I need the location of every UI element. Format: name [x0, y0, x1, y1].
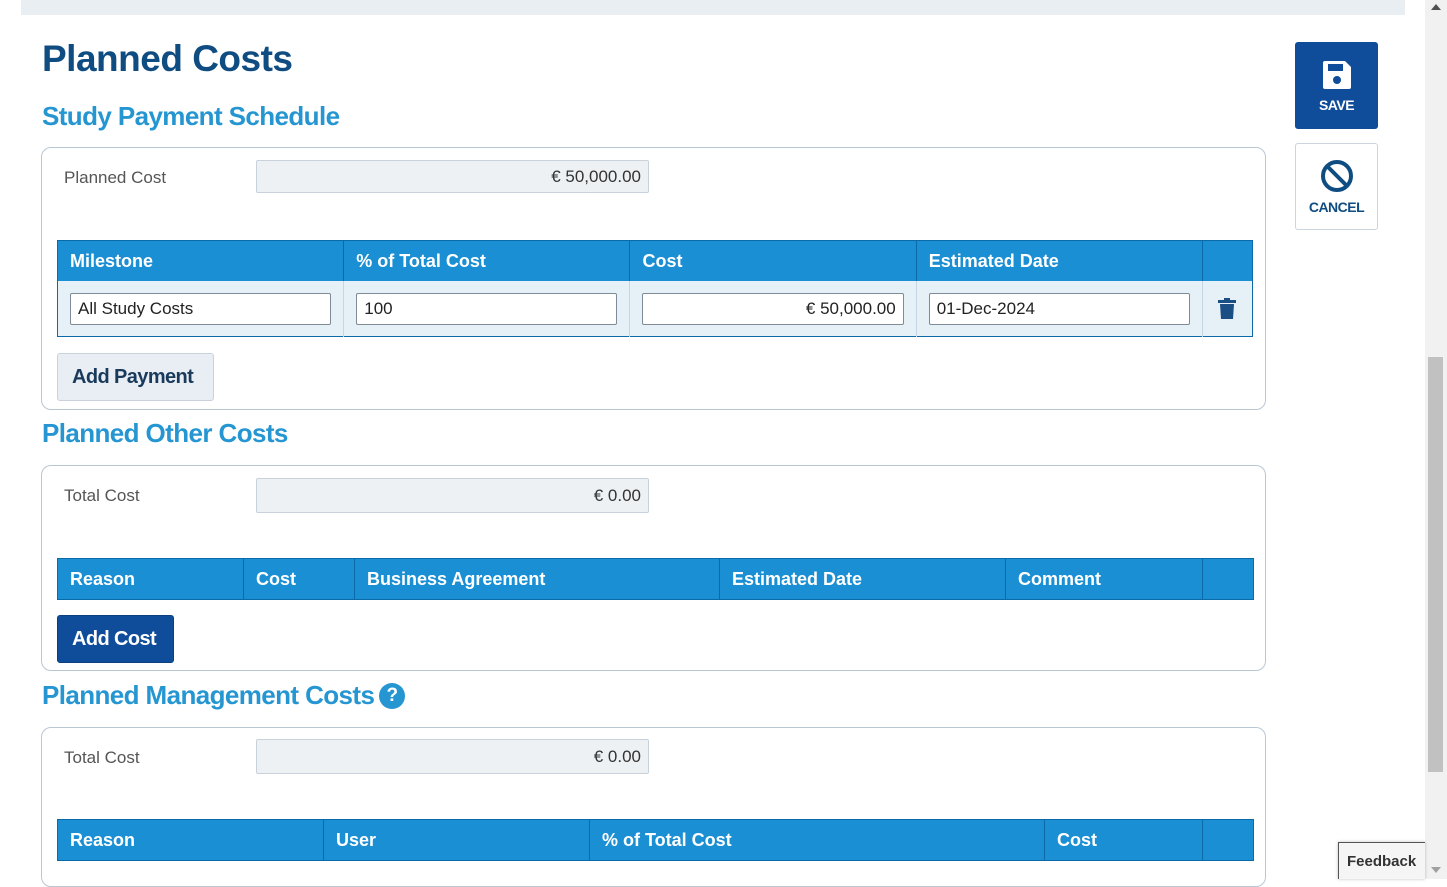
estimated-date-input[interactable]	[928, 292, 1190, 325]
column-header-actions	[1202, 240, 1253, 281]
cancel-label: CANCEL	[1308, 198, 1365, 215]
section-title-other-costs: Planned Other Costs	[42, 418, 288, 448]
save-button[interactable]: SAVE	[1295, 42, 1378, 129]
trash-icon	[1218, 297, 1237, 319]
cancel-button[interactable]: CANCEL	[1295, 143, 1378, 230]
section-title-management-costs: Planned Management Costs ?	[42, 680, 406, 711]
column-header-actions	[1202, 558, 1254, 600]
column-header-estimated-date[interactable]: Estimated Date	[719, 558, 1006, 600]
page-title: Planned Costs	[42, 38, 293, 79]
scroll-up-arrow-icon[interactable]	[1431, 4, 1441, 10]
feedback-tab[interactable]: Feedback	[1338, 842, 1425, 879]
section-title-payment-schedule: Study Payment Schedule	[42, 101, 340, 131]
floppy-disk-icon	[1322, 60, 1351, 89]
column-header-cost[interactable]: Cost	[243, 558, 355, 600]
column-header-cost[interactable]: Cost	[1044, 819, 1203, 861]
question-icon[interactable]: ?	[379, 682, 406, 709]
management-total-cost-label: Total Cost	[64, 748, 140, 767]
top-breadcrumb-bar	[21, 0, 1405, 15]
column-header-milestone[interactable]: Milestone	[57, 240, 345, 281]
payment-schedule-table: Milestone % of Total Cost Cost Estimated…	[57, 240, 1253, 337]
scroll-down-arrow-icon[interactable]	[1431, 867, 1441, 873]
management-costs-panel: Total Cost € 0.00 Reason User % of Total…	[41, 727, 1266, 887]
add-payment-button[interactable]: Add Payment	[57, 353, 214, 401]
scroll-thumb[interactable]	[1428, 357, 1443, 772]
column-header-reason[interactable]: Reason	[57, 558, 244, 600]
column-header-estimated-date[interactable]: Estimated Date	[916, 240, 1203, 281]
management-costs-table: Reason User % of Total Cost Cost	[57, 819, 1254, 861]
other-costs-table: Reason Cost Business Agreement Estimated…	[57, 558, 1254, 600]
other-costs-panel: Total Cost € 0.00 Reason Cost Business A…	[41, 465, 1266, 671]
milestone-input[interactable]	[70, 292, 332, 325]
percent-input[interactable]	[356, 292, 618, 325]
delete-row-button[interactable]	[1215, 297, 1240, 320]
column-header-business-agreement[interactable]: Business Agreement	[354, 558, 720, 600]
planned-cost-field: € 50,000.00	[256, 160, 649, 193]
planned-cost-label: Planned Cost	[64, 168, 167, 187]
column-header-reason[interactable]: Reason	[57, 819, 324, 861]
save-label: SAVE	[1318, 96, 1355, 113]
column-header-comment[interactable]: Comment	[1005, 558, 1203, 600]
table-row	[57, 281, 1253, 337]
management-total-cost-field: € 0.00	[256, 739, 649, 774]
other-total-cost-field: € 0.00	[256, 478, 649, 513]
payment-schedule-panel: Planned Cost € 50,000.00 Milestone % of …	[41, 147, 1266, 410]
vertical-scrollbar[interactable]	[1425, 0, 1447, 879]
other-total-cost-label: Total Cost	[64, 486, 140, 505]
column-header-user[interactable]: User	[323, 819, 590, 861]
management-costs-title-text: Planned Management Costs	[42, 680, 375, 710]
column-header-actions	[1202, 819, 1254, 861]
column-header-percent[interactable]: % of Total Cost	[589, 819, 1045, 861]
column-header-percent[interactable]: % of Total Cost	[343, 240, 631, 281]
column-header-cost[interactable]: Cost	[629, 240, 917, 281]
add-cost-button[interactable]: Add Cost	[57, 615, 174, 663]
cost-input[interactable]	[642, 292, 904, 325]
prohibited-icon	[1320, 159, 1353, 192]
